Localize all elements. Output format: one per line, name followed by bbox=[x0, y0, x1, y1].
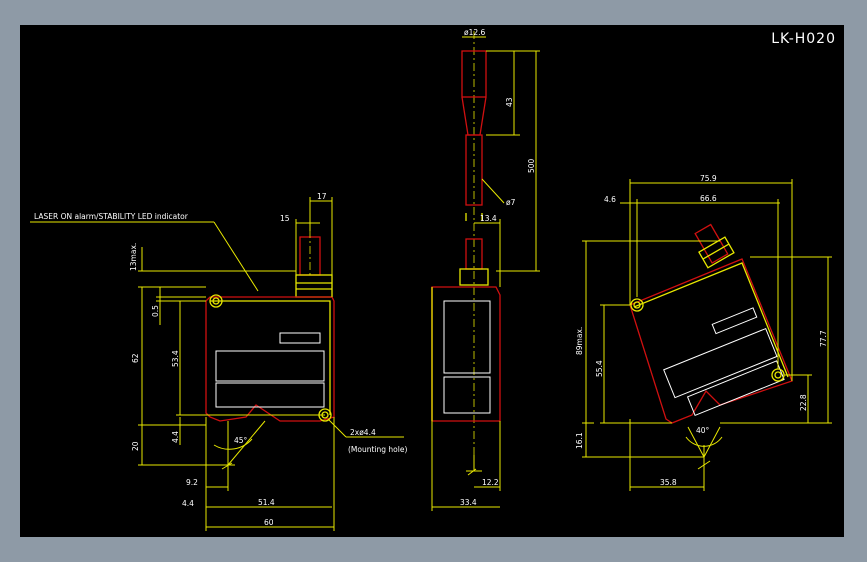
laser-indicator-label: LASER ON alarm/STABILITY LED indicator bbox=[34, 212, 189, 221]
rotated-led-window bbox=[711, 307, 758, 335]
front-body-outline bbox=[205, 296, 335, 422]
drawing-canvas: LK-H020 17 15 13max. 0.5 62 53.4 20 4.4 … bbox=[20, 25, 844, 537]
dim-12-2: 12.2 bbox=[482, 478, 499, 487]
dim-16-1: 16.1 bbox=[575, 432, 584, 449]
rotated-view: 40° 75.9 4.6 66.6 89max. 55.4 16.1 77.7 … bbox=[575, 174, 832, 491]
dim-89max: 89max. bbox=[575, 327, 584, 355]
dim-53-4: 53.4 bbox=[171, 350, 180, 367]
mounting-hole-label: (Mounting hole) bbox=[348, 445, 407, 454]
rotated-connector bbox=[698, 236, 735, 269]
dim-4-6: 4.6 bbox=[604, 195, 616, 204]
dim-4-4-horizontal: 4.4 bbox=[182, 499, 194, 508]
dim-43: 43 bbox=[505, 97, 514, 107]
front-lens-area bbox=[215, 382, 325, 408]
front-connector bbox=[295, 274, 333, 298]
dim-500: 500 bbox=[527, 158, 536, 173]
dim-51-4: 51.4 bbox=[258, 498, 275, 507]
dim-20: 20 bbox=[131, 441, 140, 451]
dim-35-8: 35.8 bbox=[660, 478, 677, 487]
dim-15: 15 bbox=[280, 214, 290, 223]
dim-4-4-vertical: 4.4 bbox=[171, 431, 180, 443]
angle-45: 45° bbox=[234, 436, 248, 445]
dim-77-7: 77.7 bbox=[819, 330, 828, 347]
dim-9-2: 9.2 bbox=[186, 478, 198, 487]
angle-40: 40° bbox=[696, 426, 710, 435]
dim-dia-12-6: ø12.6 bbox=[464, 28, 486, 37]
rotated-mount-hole-top bbox=[630, 298, 644, 312]
dim-22-8: 22.8 bbox=[799, 394, 808, 411]
side-view: ø12.6 43 500 ø7 13.4 12.2 33.4 bbox=[431, 28, 540, 511]
front-view: 17 15 13max. 0.5 62 53.4 20 4.4 9.2 4.4 … bbox=[30, 192, 407, 531]
rotated-label-area bbox=[663, 327, 778, 399]
side-window-upper bbox=[443, 300, 491, 374]
front-led-window bbox=[279, 332, 321, 344]
dim-0-5: 0.5 bbox=[151, 305, 160, 317]
dim-17: 17 bbox=[317, 192, 327, 201]
dim-13max: 13max. bbox=[129, 243, 138, 271]
front-label-area bbox=[215, 350, 325, 382]
dim-55-4: 55.4 bbox=[595, 360, 604, 377]
dim-62: 62 bbox=[131, 353, 140, 363]
rotated-body-outline bbox=[629, 258, 793, 424]
dim-33-4: 33.4 bbox=[460, 498, 477, 507]
dim-dia-7: ø7 bbox=[506, 198, 516, 207]
dim-66-6: 66.6 bbox=[700, 194, 717, 203]
cad-drawing: 17 15 13max. 0.5 62 53.4 20 4.4 9.2 4.4 … bbox=[30, 28, 832, 531]
dim-13-4: 13.4 bbox=[480, 214, 497, 223]
mounting-hole-size: 2xø4.4 bbox=[350, 428, 376, 437]
dim-75-9: 75.9 bbox=[700, 174, 717, 183]
side-window-lower bbox=[443, 376, 491, 414]
dim-60: 60 bbox=[264, 518, 274, 527]
